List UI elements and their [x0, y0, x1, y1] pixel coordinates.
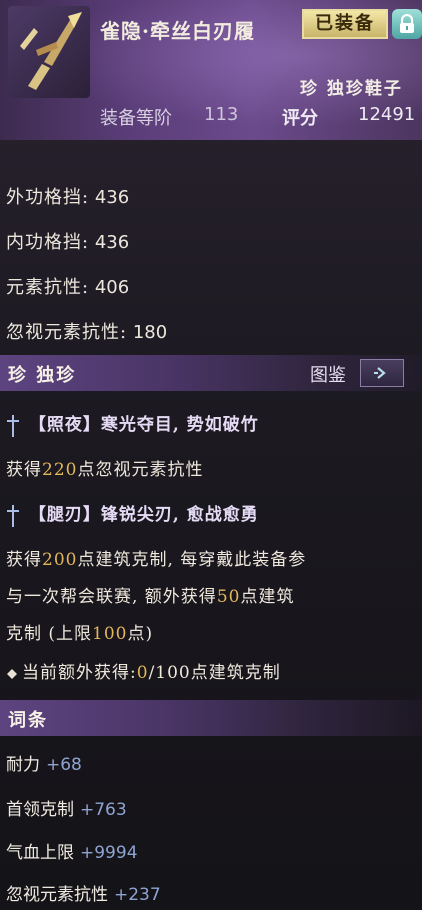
stat-value: 180 — [132, 322, 168, 343]
effect-title: 【腿刃】锋锐尖刃, 愈战愈勇 — [6, 500, 259, 527]
affix-value: +237 — [114, 885, 161, 905]
stat-row: 忽视元素抗性: 180 — [6, 318, 167, 344]
score-label: 评分 — [282, 108, 318, 129]
effect-value: 50 — [216, 587, 241, 607]
effect-title-text: 【照夜】寒光夺目, 势如破竹 — [28, 415, 259, 435]
affix-row: 耐力 +68 — [6, 750, 82, 775]
effect-description: 与一次帮会联赛, 额外获得50点建筑 — [6, 582, 294, 607]
effect-text: 克制 (上限 — [6, 624, 93, 644]
effect-title-text: 【腿刃】锋锐尖刃, 愈战愈勇 — [28, 505, 259, 525]
effect-value: 220 — [42, 460, 78, 480]
score-value: 12491 — [358, 104, 416, 125]
equipped-badge: 已装备 — [302, 9, 388, 39]
unique-section-header: 珍 独珍 图鉴 — [0, 355, 422, 391]
item-name: 雀隐·牵丝白刃履 — [100, 19, 255, 43]
item-header: 雀隐·牵丝白刃履 已装备 珍 独珍鞋子 装备等阶 113 评分 12491 — [0, 0, 422, 140]
effect-text: 点建筑 — [240, 587, 295, 607]
effect-text: 获得 — [6, 460, 42, 480]
atlas-open-button[interactable] — [360, 359, 404, 387]
affix-label: 忽视元素抗性 — [6, 885, 108, 905]
affix-label: 耐力 — [6, 755, 40, 775]
stat-value: 406 — [94, 277, 130, 298]
stat-label: 外功格挡: — [6, 187, 90, 208]
arrow-right-icon — [374, 367, 386, 379]
dagger-icon — [7, 414, 19, 437]
effect-value: 200 — [42, 550, 78, 570]
stat-label: 内功格挡: — [6, 232, 90, 253]
effect-description: 获得200点建筑克制, 每穿戴此装备参 — [6, 545, 306, 570]
affix-value: +763 — [80, 800, 127, 820]
atlas-label[interactable]: 图鉴 — [310, 361, 346, 387]
effect-value: 0 — [136, 663, 149, 683]
effect-text: 当前额外获得: — [22, 663, 137, 683]
dagger-icon — [7, 504, 19, 527]
stat-value: 436 — [94, 187, 130, 208]
affix-value: +9994 — [80, 843, 138, 863]
affix-value: +68 — [46, 755, 82, 775]
stat-row: 外功格挡: 436 — [6, 183, 129, 209]
affix-row: 首领克制 +763 — [6, 795, 127, 820]
affix-label: 首领克制 — [6, 800, 74, 820]
affix-section-title: 词条 — [8, 710, 48, 731]
current-bonus-line: 当前额外获得:0/100点建筑克制 — [6, 658, 281, 683]
level-label: 装备等阶 — [100, 108, 172, 129]
effect-text: /100点建筑克制 — [148, 663, 281, 683]
lock-button[interactable] — [392, 9, 422, 39]
effect-text: 点建筑克制, 每穿戴此装备参 — [77, 550, 307, 570]
affix-row: 忽视元素抗性 +237 — [6, 880, 161, 905]
diamond-bullet-icon — [7, 668, 17, 679]
stat-label: 忽视元素抗性: — [6, 322, 128, 343]
effect-text: 点忽视元素抗性 — [77, 460, 204, 480]
effect-description: 克制 (上限100点) — [6, 619, 153, 644]
unique-section-title: 珍 独珍 — [8, 365, 77, 386]
lock-icon — [400, 14, 414, 33]
affix-row: 气血上限 +9994 — [6, 838, 138, 863]
stat-label: 元素抗性: — [6, 277, 90, 298]
item-icon-frame — [8, 6, 90, 98]
effect-title: 【照夜】寒光夺目, 势如破竹 — [6, 410, 259, 437]
stat-value: 436 — [94, 232, 130, 253]
weapon-item-icon — [20, 12, 82, 90]
affix-section-header: 词条 — [0, 700, 422, 736]
stat-row: 元素抗性: 406 — [6, 273, 129, 299]
effect-description: 获得220点忽视元素抗性 — [6, 455, 203, 480]
stat-row: 内功格挡: 436 — [6, 228, 129, 254]
effect-text: 获得 — [6, 550, 42, 570]
level-value: 113 — [204, 104, 239, 125]
effect-text: 与一次帮会联赛, 额外获得 — [6, 587, 217, 607]
effect-value: 100 — [92, 624, 128, 644]
item-rarity-type: 珍 独珍鞋子 — [300, 79, 403, 99]
affix-label: 气血上限 — [6, 843, 74, 863]
effect-text: 点) — [127, 624, 154, 644]
